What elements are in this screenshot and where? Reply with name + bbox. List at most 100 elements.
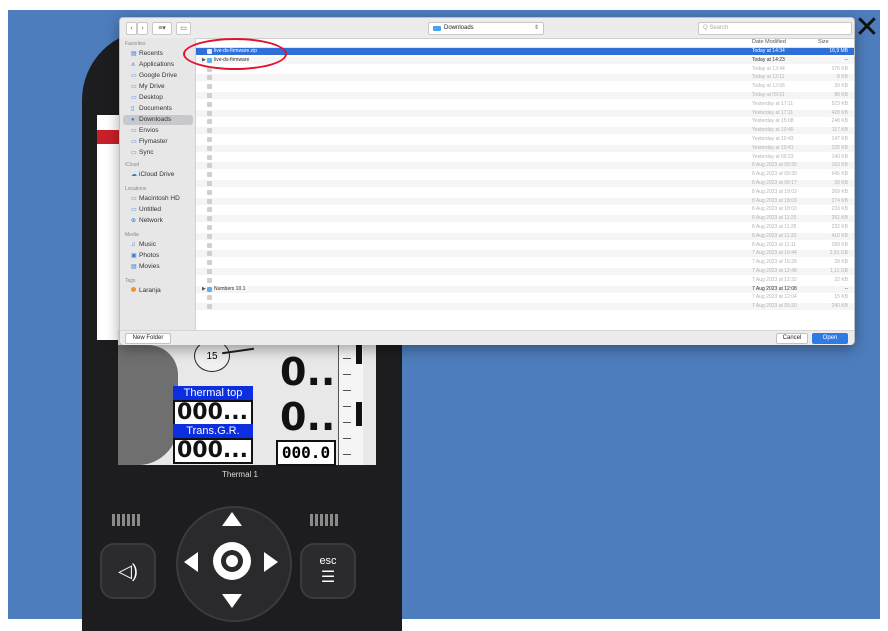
sidebar-item-envios[interactable]: ▭ Envios xyxy=(123,126,193,136)
file-icon xyxy=(207,101,212,107)
sidebar-item-google-drive[interactable]: ▭ Google Drive xyxy=(123,71,193,81)
file-row[interactable]: Today at 12:06 30 KB xyxy=(196,83,854,90)
back-button[interactable]: ‹ xyxy=(126,22,137,35)
new-folder-icon[interactable]: ▭ xyxy=(176,22,191,35)
sidebar-item-macintosh-hd[interactable]: ▭ Macintosh HD xyxy=(123,194,193,204)
chevron-updown-icon: ⇕ xyxy=(533,25,539,31)
file-row[interactable]: Yesterday at 17:11 523 KB xyxy=(196,101,854,108)
column-date[interactable]: Date Modified xyxy=(752,38,786,48)
file-row[interactable]: live-ds-firmware.zip Today at 14:34 16,9 M… xyxy=(196,48,854,55)
menu-search-button[interactable]: esc ☰ xyxy=(300,543,356,599)
dpad-left-button[interactable] xyxy=(184,552,198,572)
sidebar-item-label: Google Drive xyxy=(139,72,177,79)
file-row[interactable]: Today at 13:44 376 KB xyxy=(196,66,854,73)
file-row[interactable]: Yesterday at 17:11 428 KB xyxy=(196,109,854,117)
globe-icon: ⊕ xyxy=(131,218,137,224)
file-date: 8 Aug 2023 at 18:03 xyxy=(752,188,797,195)
sidebar-item-label: Movies xyxy=(139,263,160,270)
sidebar-item-movies[interactable]: ▤ Movies xyxy=(123,262,193,272)
sidebar-item-my-drive[interactable]: ▭ My Drive xyxy=(123,82,193,92)
file-row[interactable]: 8 Aug 2023 at 11:11 289 KB xyxy=(196,242,854,249)
forward-button[interactable]: › xyxy=(137,22,148,35)
file-row[interactable]: Yesterday at 10:45 117 KB xyxy=(196,127,854,135)
file-row[interactable]: 7 Aug 2023 at 12:48 1,11 GB xyxy=(196,268,854,275)
dpad-center-button[interactable] xyxy=(213,542,251,580)
file-date: Yesterday at 10:43 xyxy=(752,136,794,142)
open-button[interactable]: Open xyxy=(812,333,848,344)
file-row[interactable]: 8 Aug 2023 at 09:17 28 KB xyxy=(196,180,854,187)
file-row[interactable]: Yesterday at 10:43 147 KB xyxy=(196,136,854,143)
orange-tag-icon xyxy=(131,287,136,292)
file-size: 147 KB xyxy=(831,136,848,142)
close-icon[interactable]: ✕ xyxy=(852,10,882,45)
folder-icon xyxy=(207,286,212,292)
new-folder-button[interactable]: New Folder xyxy=(125,333,171,344)
file-icon xyxy=(207,198,212,204)
sidebar-item-network[interactable]: ⊕ Network xyxy=(123,216,193,226)
search-input[interactable]: Q Search xyxy=(698,22,852,35)
sidebar: Favorites ▤ Recents ⋏ Applications ▭ Google… xyxy=(120,38,196,330)
file-icon xyxy=(207,163,212,169)
drive-icon: ▭ xyxy=(131,73,137,79)
power-sound-button[interactable]: ◁) xyxy=(100,543,156,599)
column-size[interactable]: Size xyxy=(818,38,829,48)
dpad-right-button[interactable] xyxy=(264,552,278,572)
vario-tick xyxy=(343,390,351,391)
dpad-down-button[interactable] xyxy=(222,594,242,608)
sidebar-item-flymaster[interactable]: ▭ Flymaster xyxy=(123,137,193,147)
disclosure-triangle-icon[interactable]: ▶ xyxy=(202,286,206,293)
esc-label: esc xyxy=(319,555,337,567)
sidebar-item-label: Sync xyxy=(139,149,154,156)
file-date: 8 Aug 2023 at 11:11 xyxy=(752,241,797,248)
sidebar-item-downloads[interactable]: ● Downloads xyxy=(123,115,193,125)
file-size: 8 KB xyxy=(837,74,848,81)
location-select[interactable]: Downloads ⇕ xyxy=(428,22,544,35)
file-row[interactable]: Yesterday at 09:23 140 KB xyxy=(196,154,854,161)
sidebar-item-music[interactable]: ♫ Music xyxy=(123,240,193,250)
sidebar-item-desktop[interactable]: ▭ Desktop xyxy=(123,93,193,103)
sidebar-item-sync[interactable]: ▭ Sync xyxy=(123,148,193,158)
cancel-button[interactable]: Cancel xyxy=(776,333,808,344)
file-row[interactable]: Yesterday at 15:08 248 KB xyxy=(196,118,854,125)
file-row[interactable]: 8 Aug 2023 at 18:03 269 KB xyxy=(196,189,854,196)
sidebar-item-untitled[interactable]: ▭ Untitled xyxy=(123,205,193,215)
file-row[interactable]: ▶ Numbers 10.1 7 Aug 2023 at 12:08 -- xyxy=(196,285,854,293)
file-row[interactable]: 8 Aug 2023 at 11:20 410 KB xyxy=(196,232,854,240)
file-row[interactable]: 8 Aug 2023 at 18:03 274 KB xyxy=(196,197,854,205)
dpad-up-button[interactable] xyxy=(222,512,242,526)
sidebar-item-applications[interactable]: ⋏ Applications xyxy=(123,60,193,70)
file-row[interactable]: 8 Aug 2023 at 11:25 261 KB xyxy=(196,215,854,223)
sidebar-header-tags: Tags xyxy=(125,278,136,284)
view-options-button[interactable]: ≡▾ xyxy=(152,22,172,35)
file-row[interactable]: Yesterday at 10:41 225 KB xyxy=(196,144,854,152)
file-row[interactable]: Today at 09:21 88 KB xyxy=(196,92,854,99)
vario-tick xyxy=(343,454,351,455)
file-row[interactable]: 7 Aug 2023 at 16:28 28 KB xyxy=(196,259,854,266)
file-icon xyxy=(207,137,212,142)
file-row[interactable]: 7 Aug 2023 at 09:20 240 KB xyxy=(196,303,854,311)
file-row[interactable]: 8 Aug 2023 at 18:03 233 KB xyxy=(196,206,854,213)
thermal-top-label: Thermal top xyxy=(173,386,253,400)
file-row[interactable]: 8 Aug 2023 at 09:30 645 KB xyxy=(196,171,854,178)
sidebar-item-label: Documents xyxy=(139,105,172,112)
file-icon xyxy=(207,145,212,151)
sidebar-item-documents[interactable]: ▯ Documents xyxy=(123,104,193,114)
file-row[interactable]: 7 Aug 2023 at 16:44 2,91 GB xyxy=(196,250,854,258)
file-icon xyxy=(207,207,212,213)
file-date: Today at 12:06 xyxy=(752,83,785,90)
sidebar-item-tag-laranja[interactable]: Laranja xyxy=(123,286,193,296)
file-icon xyxy=(207,181,212,186)
file-size: 645 KB xyxy=(831,171,848,178)
file-row[interactable]: 7 Aug 2023 at 12:32 22 KB xyxy=(196,277,854,284)
file-row[interactable]: Today at 12:11 8 KB xyxy=(196,74,854,82)
file-row[interactable]: ▶ live-ds-firmware Today at 14:23 -- xyxy=(196,56,854,64)
sidebar-item-label: Envios xyxy=(139,127,159,134)
file-icon xyxy=(207,128,212,134)
file-row[interactable]: 8 Aug 2023 at 09:30 163 KB xyxy=(196,162,854,170)
sidebar-item-icloud-drive[interactable]: ☁ iCloud Drive xyxy=(123,170,193,180)
file-row[interactable]: 8 Aug 2023 at 11:25 232 KB xyxy=(196,224,854,231)
file-row[interactable]: 7 Aug 2023 at 12:04 15 KB xyxy=(196,294,854,301)
screen-caption: Thermal 1 xyxy=(221,470,258,479)
sidebar-item-photos[interactable]: ▣ Photos xyxy=(123,251,193,261)
sidebar-item-label: Network xyxy=(139,217,163,224)
